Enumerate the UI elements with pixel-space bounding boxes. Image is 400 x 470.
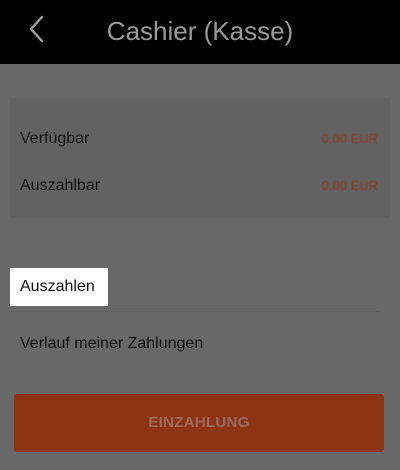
divider [10,311,380,312]
balance-card: Verfügbar 0,00 EUR Auszahlbar 0,00 EUR [10,98,390,218]
balance-label: Verfügbar [20,130,90,147]
payment-history-menu-item[interactable]: Verlauf meiner Zahlungen [10,322,390,366]
balance-value: 0,00 EUR [321,178,378,193]
deposit-button[interactable]: EINZAHLUNG [14,394,384,452]
payment-history-label: Verlauf meiner Zahlungen [20,335,204,352]
balance-row-available: Verfügbar 0,00 EUR [10,127,390,151]
balance-value: 0,00 EUR [321,131,378,146]
app-header: Cashier (Kasse) [0,0,400,64]
balance-row-withdrawable: Auszahlbar 0,00 EUR [10,174,390,198]
page-title: Cashier (Kasse) [106,16,294,46]
deposit-button-label: EINZAHLUNG [148,414,250,431]
balance-label: Auszahlbar [20,177,101,194]
withdraw-menu-item[interactable]: Auszahlen [10,268,108,306]
cashier-content: Verfügbar 0,00 EUR Auszahlbar 0,00 EUR A… [0,64,400,470]
withdraw-label: Auszahlen [20,278,95,295]
